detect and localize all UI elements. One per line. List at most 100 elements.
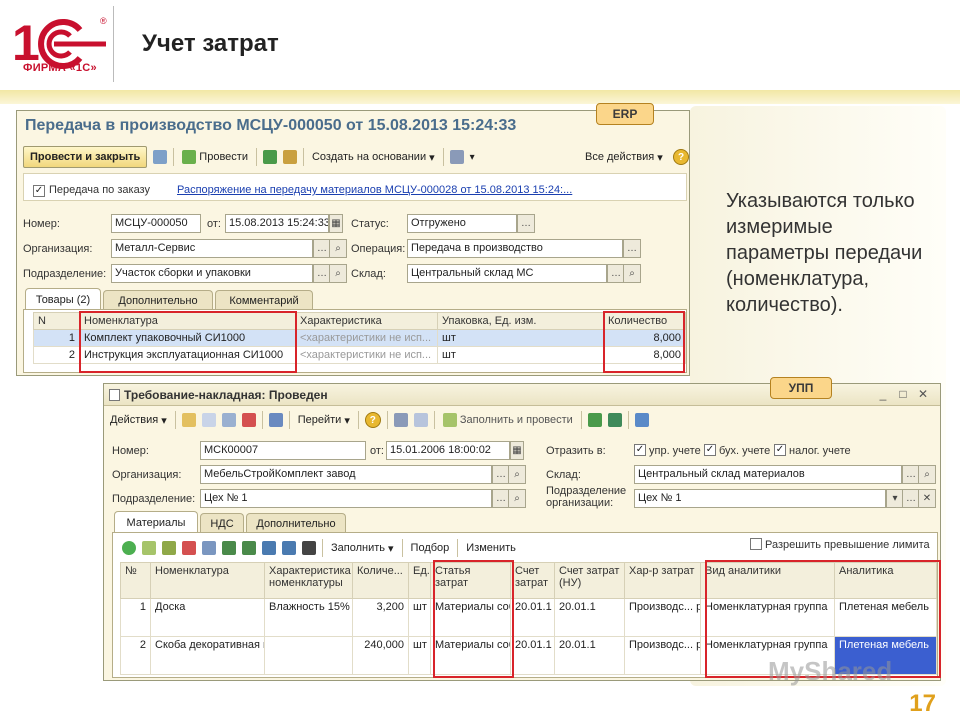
allow-limit-checkbox[interactable]	[750, 538, 762, 550]
delete-icon[interactable]	[241, 413, 256, 427]
help-icon[interactable]: ?	[673, 149, 689, 165]
copy-row-icon[interactable]	[142, 541, 156, 555]
calendar-icon[interactable]: ▦	[329, 214, 343, 233]
journal-icon[interactable]	[282, 150, 297, 164]
table-cell[interactable]: шт	[408, 598, 431, 637]
number-field[interactable]: МСК00007	[200, 441, 366, 460]
by-order-checkbox[interactable]: ✓	[33, 185, 45, 197]
column-header[interactable]: Аналитика	[834, 562, 937, 599]
save-icon[interactable]	[153, 150, 168, 164]
post-button[interactable]: Провести	[180, 146, 250, 168]
table-cell[interactable]: Материалы собственные	[430, 636, 511, 675]
table-cell[interactable]: 2	[33, 346, 80, 364]
tab-comment[interactable]: Комментарий	[215, 290, 313, 310]
column-header[interactable]: №	[120, 562, 151, 599]
tab-additional[interactable]: Дополнительно	[246, 513, 346, 533]
all-actions-menu[interactable]: Все действия ▾	[583, 146, 665, 168]
table-cell[interactable]: Доска	[150, 598, 265, 637]
maximize-icon[interactable]: □	[896, 387, 910, 401]
tax-accounting-checkbox[interactable]: ✓	[774, 444, 786, 456]
column-header[interactable]: Вид аналитики	[700, 562, 835, 599]
search-icon[interactable]: ⌕	[508, 465, 526, 484]
dept-field[interactable]: Участок сборки и упаковки	[111, 264, 313, 283]
table-cell[interactable]: 8,000	[603, 329, 686, 347]
column-header[interactable]: N	[33, 312, 80, 330]
edit-icon[interactable]	[221, 413, 236, 427]
goto-menu[interactable]: Перейти ▾	[296, 409, 352, 431]
edit-row-icon[interactable]	[162, 541, 176, 555]
barcode-icon[interactable]	[302, 541, 316, 555]
move-down-icon[interactable]	[242, 541, 256, 555]
search-icon[interactable]: ⌕	[329, 264, 347, 283]
table-cell[interactable]: 20.01.1	[510, 636, 555, 675]
search-icon[interactable]: ⌕	[329, 239, 347, 258]
table-cell[interactable]: Материалы собственные	[430, 598, 511, 637]
move-up-icon[interactable]	[222, 541, 236, 555]
table-cell[interactable]: шт	[408, 636, 431, 675]
debit-credit-icon[interactable]	[587, 413, 602, 427]
help-icon[interactable]: ?	[364, 412, 381, 428]
column-header[interactable]: Счет затрат (НУ)	[554, 562, 625, 599]
tab-materials[interactable]: Материалы	[114, 511, 198, 533]
tab-vat[interactable]: НДС	[200, 513, 244, 533]
search-icon[interactable]: ✕	[918, 489, 936, 508]
table-cell[interactable]: Комплект упаковочный СИ1000	[79, 329, 296, 347]
add-icon[interactable]	[122, 541, 136, 555]
table-cell[interactable]: 2	[120, 636, 151, 675]
create-based-on-menu[interactable]: Создать на основании ▾	[310, 146, 437, 168]
warehouse-field[interactable]: Центральный склад МС	[407, 264, 607, 283]
table-cell[interactable]: 1	[120, 598, 151, 637]
structure-icon[interactable]	[413, 413, 428, 427]
table-cell[interactable]: 3,200	[352, 598, 409, 637]
column-header[interactable]: Характеристика	[295, 312, 438, 330]
table-cell[interactable]: 20.01.1	[510, 598, 555, 637]
table-cell[interactable]: шт	[437, 346, 604, 364]
debit-credit-icon[interactable]	[262, 150, 277, 164]
dropdown-arrow-icon[interactable]: ▾	[470, 152, 475, 163]
column-header[interactable]: Счет затрат	[510, 562, 555, 599]
table-row[interactable]: 1 Доска Влажность 15% 3,200 шт Материалы…	[120, 598, 937, 637]
dept-field[interactable]: Цех № 1	[200, 489, 492, 508]
table-cell[interactable]: <характеристики не исп...	[295, 346, 438, 364]
column-header[interactable]: Количество	[603, 312, 686, 330]
warehouse-field[interactable]: Центральный склад материалов	[634, 465, 902, 484]
ellipsis-icon[interactable]: …	[623, 239, 641, 258]
delete-row-icon[interactable]	[182, 541, 196, 555]
column-header[interactable]: Хар-р затрат	[624, 562, 701, 599]
table-cell[interactable]: 20.01.1	[554, 636, 625, 675]
table-cell[interactable]: Производс... расходы	[624, 636, 701, 675]
debit-credit-tax-icon[interactable]	[607, 413, 622, 427]
copy-icon[interactable]	[201, 413, 216, 427]
table-row[interactable]: 1 Комплект упаковочный СИ1000 <характери…	[33, 329, 686, 347]
post-and-close-button[interactable]: Провести и закрыть	[23, 146, 148, 168]
print-icon[interactable]	[449, 150, 464, 164]
minimize-icon[interactable]: _	[876, 387, 890, 401]
order-link[interactable]: Распоряжение на передачу материалов МСЦУ…	[177, 184, 572, 196]
column-header[interactable]: Упаковка, Ед. изм.	[437, 312, 604, 330]
close-icon[interactable]: ✕	[916, 387, 930, 401]
operation-field[interactable]: Передача в производство	[407, 239, 623, 258]
tab-additional[interactable]: Дополнительно	[103, 290, 213, 310]
search-icon[interactable]: ⌕	[508, 489, 526, 508]
table-cell[interactable]: 8,000	[603, 346, 686, 364]
column-header[interactable]: Номенклатура	[150, 562, 265, 599]
fill-and-post-button[interactable]: Заполнить и провести	[441, 409, 575, 431]
refresh-icon[interactable]	[268, 413, 283, 427]
mgmt-accounting-checkbox[interactable]: ✓	[634, 444, 646, 456]
table-cell[interactable]: <характеристики не исп...	[295, 329, 438, 347]
date-field[interactable]: 15.08.2013 15:24:33	[225, 214, 329, 233]
column-header[interactable]: Номенклатура	[79, 312, 296, 330]
column-header[interactable]: Статья затрат	[430, 562, 511, 599]
table-cell[interactable]: 20.01.1	[554, 598, 625, 637]
select-button[interactable]: Подбор	[409, 537, 452, 559]
column-header[interactable]: Характеристика номенклатуры	[264, 562, 353, 599]
table-row[interactable]: 2 Инструкция эксплуатационная СИ1000 <ха…	[33, 346, 686, 364]
ellipsis-icon[interactable]: …	[517, 214, 535, 233]
calendar-icon[interactable]: ▦	[510, 441, 524, 460]
org-field[interactable]: МебельСтройКомплект завод	[200, 465, 492, 484]
search-icon[interactable]: ⌕	[918, 465, 936, 484]
edit-button[interactable]: Изменить	[464, 537, 518, 559]
save-row-icon[interactable]	[202, 541, 216, 555]
table-cell[interactable]: 1	[33, 329, 80, 347]
search-icon[interactable]: ⌕	[623, 264, 641, 283]
